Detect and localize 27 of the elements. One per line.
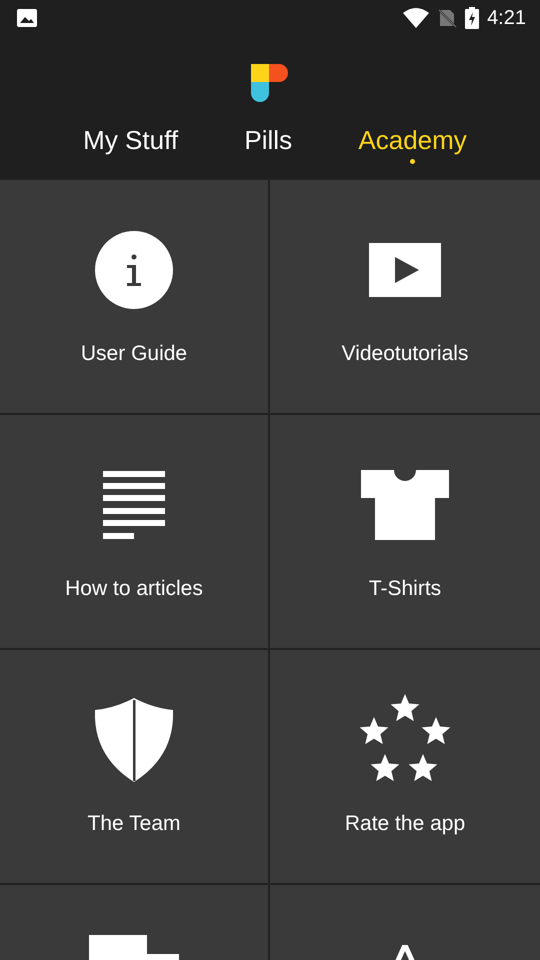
tile-label: User Guide bbox=[80, 341, 188, 367]
academy-tile[interactable]: Rate the app bbox=[270, 650, 540, 883]
t-shirt-icon bbox=[361, 470, 449, 540]
shield-icon bbox=[95, 698, 173, 782]
tab[interactable]: Academy bbox=[358, 126, 467, 155]
active-tab-dot bbox=[410, 158, 416, 164]
app-logo bbox=[251, 64, 289, 102]
tab[interactable]: My Stuff bbox=[83, 126, 178, 155]
academy-tile[interactable]: The Team bbox=[0, 650, 268, 883]
academy-tile[interactable]: How to articles bbox=[0, 415, 268, 648]
tab[interactable]: Pills bbox=[244, 126, 292, 155]
clock-time: 4:21 bbox=[487, 6, 526, 31]
no-sim-icon bbox=[437, 8, 458, 28]
wifi-icon bbox=[403, 8, 430, 28]
academy-tile[interactable]: T-Shirts bbox=[270, 415, 540, 648]
video-play-icon bbox=[369, 243, 441, 297]
tile-label: How to articles bbox=[65, 576, 203, 602]
academy-tile[interactable]: Videotutorials bbox=[270, 180, 540, 413]
info-icon bbox=[94, 230, 174, 310]
tile-label: Rate the app bbox=[344, 811, 466, 837]
tile-label: The Team bbox=[88, 811, 180, 837]
battery-charging-icon bbox=[465, 7, 480, 29]
tile-label: T-Shirts bbox=[368, 576, 442, 602]
academy-tile[interactable]: User Guide bbox=[0, 180, 268, 413]
article-lines-icon bbox=[103, 471, 165, 539]
image-icon bbox=[16, 8, 38, 28]
tile-label: Videotutorials bbox=[342, 341, 468, 367]
